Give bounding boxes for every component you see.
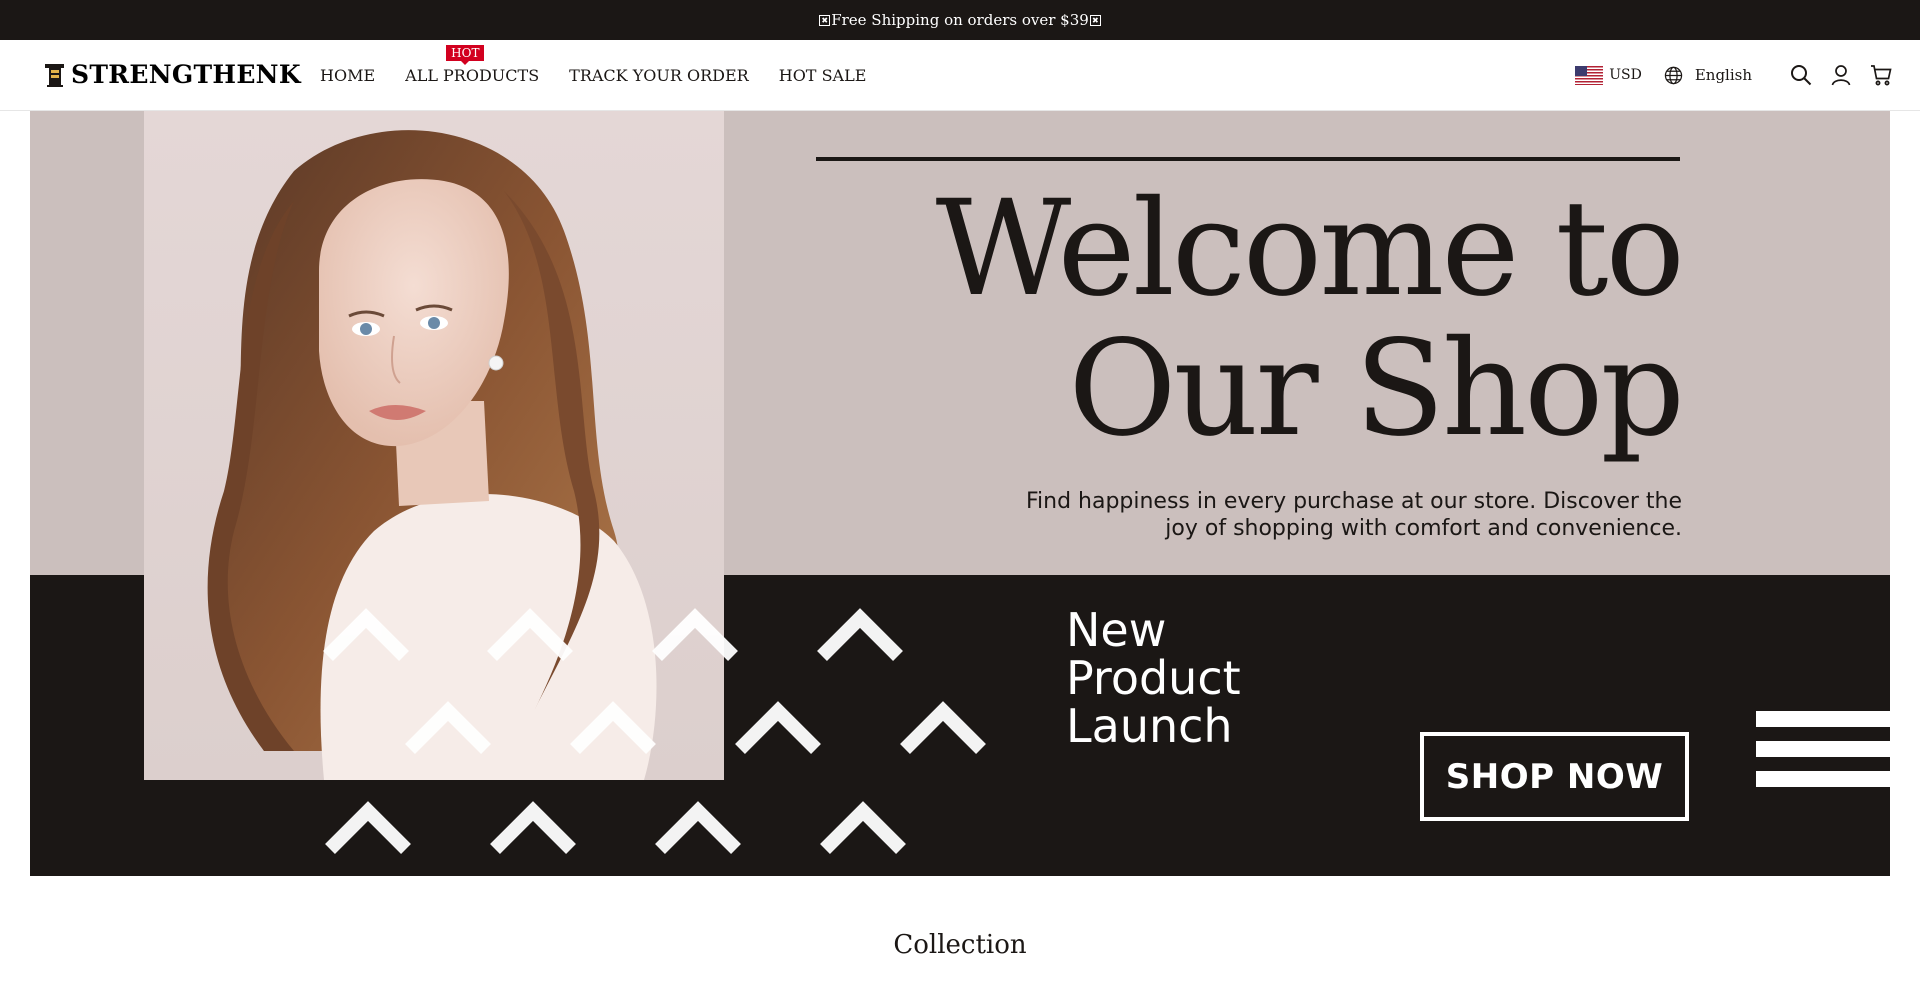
nav-home[interactable]: HOME (320, 66, 375, 85)
site-header: STRENGTHENK HOME HOT ALL PRODUCTS TRACK … (0, 40, 1920, 111)
hero-divider (816, 157, 1680, 161)
logo-text: STRENGTHENK (71, 60, 301, 89)
hot-badge: HOT (446, 45, 485, 65)
nav-home-label: HOME (320, 66, 376, 85)
logo[interactable]: STRENGTHENK (43, 60, 301, 89)
search-icon[interactable] (1790, 64, 1812, 86)
account-icon[interactable] (1830, 64, 1852, 86)
star-icon: ✖ (1089, 14, 1101, 26)
hero-title-line1: Welcome to (935, 172, 1685, 326)
nav-hot-sale[interactable]: HOT SALE (779, 66, 867, 85)
launch-line1: New (1066, 603, 1167, 657)
hero-banner[interactable]: Welcome to Our Shop Find happiness in ev… (30, 111, 1890, 876)
logo-icon (45, 64, 64, 87)
cart-icon[interactable] (1870, 64, 1892, 86)
new-product-launch: New Product Launch (1066, 606, 1241, 750)
hero-title-line2: Our Shop (1068, 312, 1685, 466)
nav-track-order-label: TRACK YOUR ORDER (569, 66, 749, 85)
nav-track-order[interactable]: TRACK YOUR ORDER (569, 66, 749, 85)
decorative-bars (1756, 711, 1890, 801)
hero-subtitle: Find happiness in every purchase at our … (1025, 489, 1682, 541)
header-tools: USD English (1575, 64, 1892, 86)
language-selector[interactable]: English (1695, 66, 1752, 84)
launch-line2: Product (1066, 651, 1241, 705)
shop-now-button[interactable]: SHOP NOW (1420, 732, 1689, 821)
star-icon: ✖ (819, 14, 831, 26)
main-nav: HOME HOT ALL PRODUCTS TRACK YOUR ORDER H… (320, 45, 896, 85)
announcement-text: Free Shipping on orders over $39 (831, 11, 1089, 29)
hero-model-image (144, 111, 724, 780)
launch-line3: Launch (1066, 699, 1233, 753)
currency-selector[interactable]: USD (1609, 67, 1642, 83)
hero-title: Welcome to Our Shop (935, 172, 1685, 466)
us-flag-icon[interactable] (1575, 65, 1604, 85)
nav-hot-sale-label: HOT SALE (778, 66, 867, 85)
globe-icon (1664, 66, 1683, 84)
collection-heading: Collection (893, 930, 1027, 960)
announcement-bar: ✖ Free Shipping on orders over $39 ✖ (0, 0, 1920, 40)
nav-all-products[interactable]: HOT ALL PRODUCTS (405, 45, 540, 85)
nav-all-products-label: ALL PRODUCTS (405, 66, 540, 85)
